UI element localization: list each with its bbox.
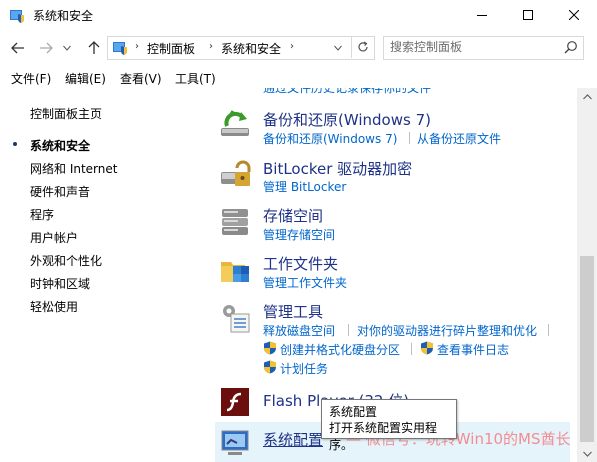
search-input[interactable] <box>390 39 550 55</box>
maximize-icon <box>523 10 533 20</box>
recent-locations-button[interactable] <box>60 38 74 58</box>
title-bar: 系统和安全 <box>0 0 597 30</box>
control-panel-shield-icon <box>10 10 24 23</box>
category-bitlocker-title[interactable]: BitLocker 驱动器加密 <box>263 158 412 179</box>
category-system-config-title[interactable]: 系统配置 <box>263 429 323 450</box>
sidebar-item-ease-of-access[interactable]: 轻松使用 <box>30 298 78 315</box>
sidebar-item-network[interactable]: 网络和 Internet <box>30 160 117 177</box>
refresh-button[interactable] <box>351 36 374 58</box>
breadcrumb-system-security[interactable]: 系统和安全 <box>221 40 281 57</box>
chevron-down-icon <box>63 45 71 51</box>
active-indicator <box>13 142 17 146</box>
link-separator <box>411 343 412 355</box>
forward-arrow-icon <box>40 42 53 54</box>
menu-bar: 文件(F) 编辑(E) 查看(V) 工具(T) <box>0 66 597 88</box>
up-button[interactable] <box>84 38 104 58</box>
manage-storage-link[interactable]: 管理存储空间 <box>263 226 335 243</box>
sidebar-item-clock-region[interactable]: 时钟和区域 <box>30 275 90 292</box>
defragment-link[interactable]: 对你的驱动器进行碎片整理和优化 <box>357 322 537 339</box>
chevron-down-icon <box>582 451 592 457</box>
sidebar-item-user-accounts[interactable]: 用户帐户 <box>30 229 78 246</box>
address-bar[interactable]: › 控制面板 › 系统和安全 › <box>107 36 375 60</box>
uac-shield-icon <box>421 341 433 355</box>
tooltip: 系统配置 打开系统配置实用程序。 <box>321 399 457 452</box>
back-arrow-icon <box>11 42 24 54</box>
bitlocker-icon <box>221 160 251 186</box>
tooltip-title: 系统配置 <box>329 405 378 419</box>
breadcrumb-separator[interactable]: › <box>209 41 213 52</box>
link-separator <box>548 324 549 336</box>
sidebar-item-system-security[interactable]: 系统和安全 <box>30 137 90 154</box>
restore-files-link[interactable]: 从备份还原文件 <box>417 130 501 147</box>
backup-restore-link[interactable]: 备份和还原(Windows 7) <box>263 130 397 147</box>
menu-edit[interactable]: 编辑(E) <box>65 70 106 87</box>
back-button[interactable] <box>8 38 28 58</box>
view-event-logs-link[interactable]: 查看事件日志 <box>437 341 509 358</box>
category-admin-tools-title[interactable]: 管理工具 <box>263 301 323 322</box>
admin-tools-icon <box>223 305 250 333</box>
scrollbar-thumb[interactable] <box>580 256 594 442</box>
system-config-icon <box>221 430 249 455</box>
breadcrumb-control-panel[interactable]: 控制面板 <box>147 40 195 57</box>
vertical-scrollbar[interactable] <box>577 88 597 462</box>
category-storage-title[interactable]: 存储空间 <box>263 205 323 226</box>
close-icon <box>569 10 579 20</box>
menu-tools[interactable]: 工具(T) <box>175 70 216 87</box>
manage-bitlocker-link[interactable]: 管理 BitLocker <box>263 178 346 195</box>
flash-player-icon <box>221 388 249 416</box>
file-history-link-partial[interactable]: 通过文件历史记录保存你的文件 <box>263 88 431 96</box>
sidebar-home-link[interactable]: 控制面板主页 <box>30 105 102 122</box>
scroll-up-button[interactable] <box>577 88 597 105</box>
sidebar: 控制面板主页 系统和安全 网络和 Internet 硬件和声音 程序 用户帐户 … <box>0 88 205 462</box>
uac-shield-icon <box>264 341 276 355</box>
storage-spaces-icon <box>222 209 248 235</box>
search-box[interactable] <box>383 36 584 60</box>
manage-work-folders-link[interactable]: 管理工作文件夹 <box>263 274 347 291</box>
work-folders-icon <box>221 262 249 282</box>
window-title: 系统和安全 <box>33 9 94 23</box>
control-panel-window: 系统和安全 › 控制面板 › 系统和安全 › 搜索控制面板 文件(F) 编辑(E… <box>0 0 597 462</box>
free-disk-space-link[interactable]: 释放磁盘空间 <box>263 322 335 339</box>
close-button[interactable] <box>551 0 597 30</box>
search-icon[interactable] <box>564 40 578 54</box>
chevron-down-icon <box>334 45 342 51</box>
minimize-icon <box>477 15 487 16</box>
breadcrumb-separator[interactable]: › <box>135 41 139 52</box>
category-backup-title[interactable]: 备份和还原(Windows 7) <box>263 109 431 130</box>
control-panel-icon <box>113 42 127 55</box>
chevron-up-icon <box>582 93 592 99</box>
sidebar-item-hardware-sound[interactable]: 硬件和声音 <box>30 183 90 200</box>
menu-file[interactable]: 文件(F) <box>11 70 51 87</box>
sidebar-item-appearance[interactable]: 外观和个性化 <box>30 252 102 269</box>
up-arrow-icon <box>88 41 100 54</box>
sidebar-item-programs[interactable]: 程序 <box>30 206 54 223</box>
schedule-tasks-link[interactable]: 计划任务 <box>280 360 328 377</box>
scroll-down-button[interactable] <box>577 445 597 462</box>
maximize-button[interactable] <box>505 0 551 30</box>
breadcrumb-separator[interactable]: › <box>290 41 294 52</box>
tooltip-description: 打开系统配置实用程序。 <box>329 421 438 452</box>
menu-view[interactable]: 查看(V) <box>120 70 162 87</box>
refresh-icon <box>358 41 368 52</box>
create-format-partition-link[interactable]: 创建并格式化硬盘分区 <box>280 341 400 358</box>
backup-restore-icon <box>221 110 249 136</box>
uac-shield-icon <box>264 360 276 374</box>
minimize-button[interactable] <box>459 0 505 30</box>
link-separator <box>409 132 410 144</box>
forward-button[interactable] <box>36 38 56 58</box>
category-work-folders-title[interactable]: 工作文件夹 <box>263 253 338 274</box>
address-dropdown-button[interactable] <box>329 37 347 59</box>
link-separator <box>348 324 349 336</box>
